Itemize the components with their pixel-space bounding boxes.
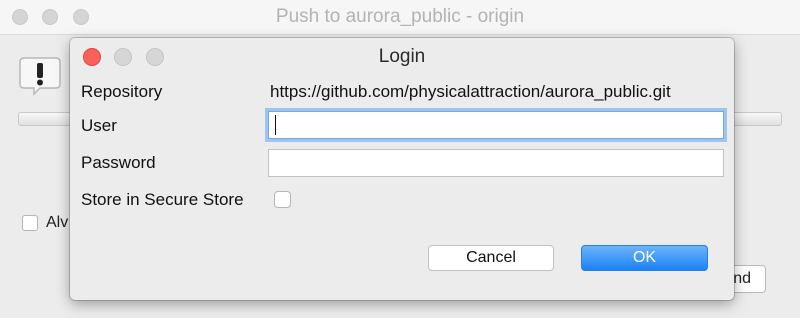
user-label: User [81, 116, 117, 135]
alert-icon [19, 57, 61, 96]
dialog-title: Login [378, 46, 426, 67]
ok-button[interactable]: OK [581, 245, 708, 271]
password-input[interactable] [268, 149, 724, 177]
user-input[interactable] [268, 111, 724, 139]
store-secure-label: Store in Secure Store [81, 190, 244, 209]
login-dialog-titlebar: Login [70, 38, 734, 74]
push-window-title: Push to aurora_public - origin [275, 6, 525, 27]
store-secure-checkbox[interactable] [274, 191, 291, 208]
password-label: Password [81, 153, 156, 172]
bg-checkbox[interactable] [22, 215, 38, 231]
cancel-button[interactable]: Cancel [428, 245, 554, 271]
repository-label: Repository [81, 82, 163, 101]
push-window-titlebar: Push to aurora_public - origin [0, 0, 800, 35]
text-caret [275, 115, 276, 135]
repository-value: https://github.com/physicalattraction/au… [270, 82, 671, 101]
bg-checkbox-label: Alv [46, 214, 69, 231]
login-dialog: Login Repository https://github.com/phys… [70, 38, 734, 300]
